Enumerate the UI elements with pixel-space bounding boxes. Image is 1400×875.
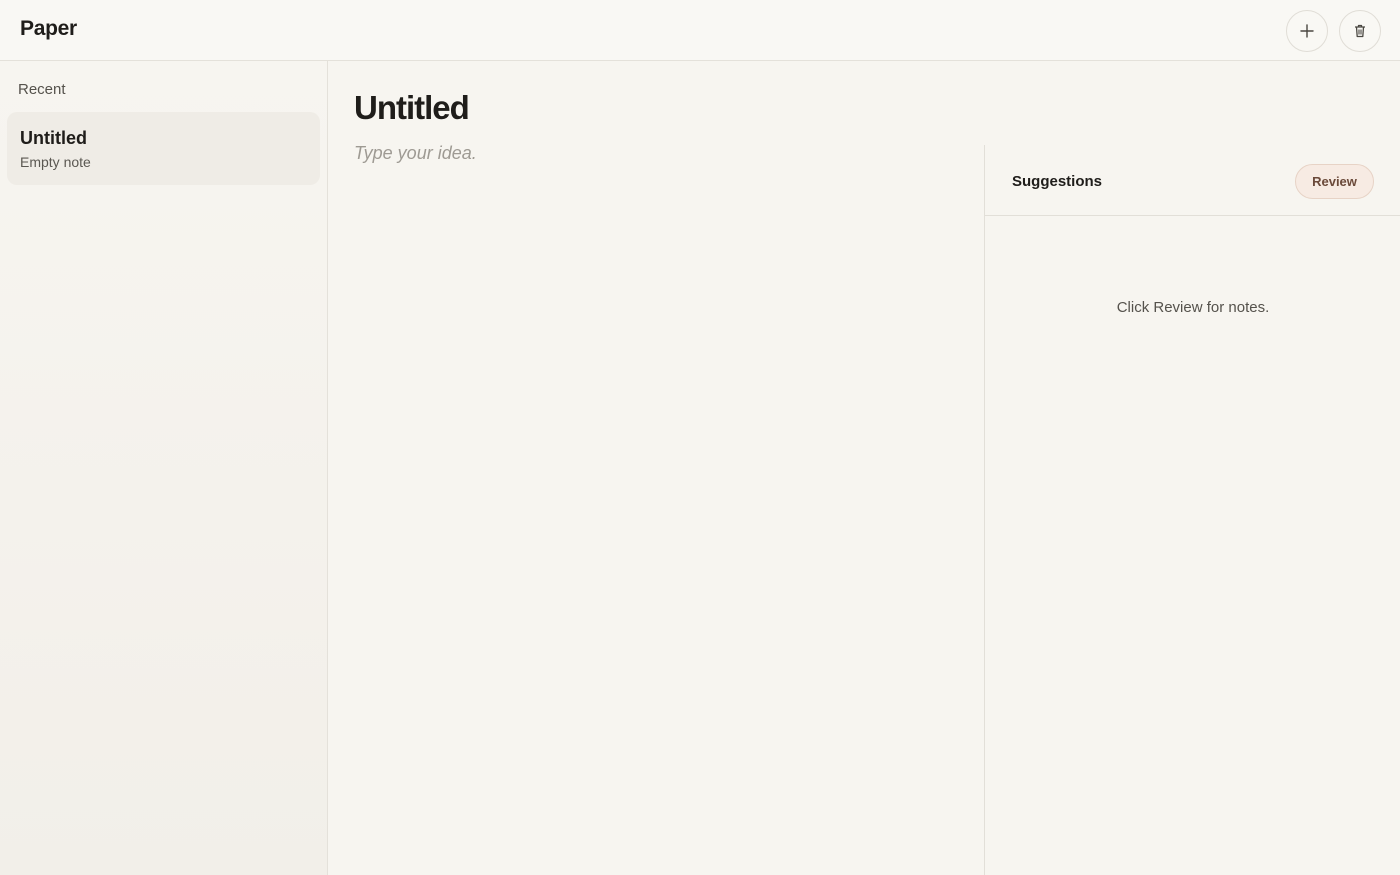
- note-list-item[interactable]: Untitled Empty note: [7, 112, 320, 185]
- suggestions-empty-message: Click Review for notes.: [1116, 299, 1270, 316]
- note-editor[interactable]: [354, 143, 974, 843]
- note-title[interactable]: Untitled: [354, 89, 470, 127]
- main-panel: Untitled Suggestions Review Click Review…: [328, 61, 1400, 875]
- top-bar: Paper: [0, 0, 1400, 61]
- new-note-button[interactable]: [1286, 10, 1328, 52]
- review-button[interactable]: Review: [1295, 164, 1374, 199]
- suggestions-title: Suggestions: [1012, 173, 1103, 190]
- trash-icon: [1355, 24, 1365, 38]
- sidebar: Recent Untitled Empty note: [0, 61, 328, 875]
- recent-section-label: Recent: [18, 81, 66, 98]
- suggestions-panel: Suggestions Review Click Review for note…: [984, 145, 1400, 875]
- note-item-title: Untitled: [20, 128, 87, 148]
- delete-note-button[interactable]: [1339, 10, 1381, 52]
- plus-icon: [1300, 24, 1314, 38]
- note-item-subtitle: Empty note: [20, 154, 91, 170]
- app-title: Paper: [20, 17, 77, 40]
- suggestions-header: Suggestions Review: [985, 145, 1400, 216]
